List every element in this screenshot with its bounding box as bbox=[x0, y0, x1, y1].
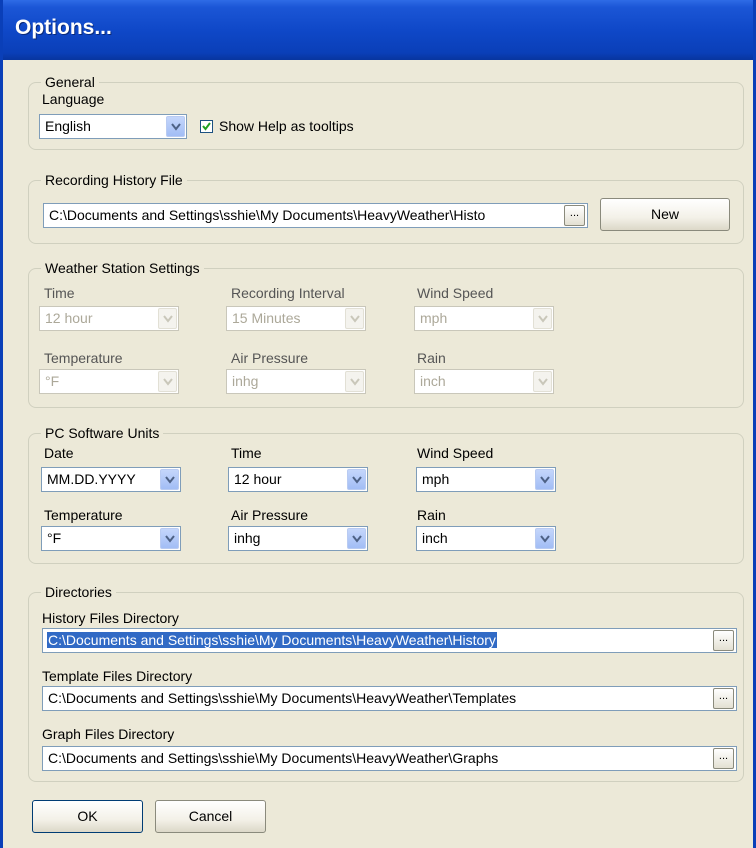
station-settings-title: Weather Station Settings bbox=[41, 259, 204, 277]
graph-dir-field[interactable]: C:\Documents and Settings\sshie\My Docum… bbox=[42, 746, 737, 771]
pc-rain-value: inch bbox=[422, 530, 448, 546]
history-dir-label: History Files Directory bbox=[42, 610, 179, 626]
checkmark-icon bbox=[202, 122, 211, 131]
pc-wind-label: Wind Speed bbox=[417, 445, 494, 461]
recording-history-path[interactable]: C:\Documents and Settings\sshie\My Docum… bbox=[43, 203, 588, 228]
template-dir-browse-button[interactable]: ... bbox=[713, 688, 734, 709]
pc-pressure-value: inhg bbox=[234, 530, 261, 546]
graph-dir-value: C:\Documents and Settings\sshie\My Docum… bbox=[48, 750, 499, 766]
history-dir-field[interactable]: C:\Documents and Settings\sshie\My Docum… bbox=[42, 628, 737, 653]
template-dir-label: Template Files Directory bbox=[42, 668, 193, 684]
station-rain-label: Rain bbox=[417, 350, 446, 366]
new-button[interactable]: New bbox=[600, 198, 730, 231]
chevron-down-icon bbox=[345, 308, 364, 329]
graph-dir-label: Graph Files Directory bbox=[42, 726, 175, 742]
graph-dir-browse-button[interactable]: ... bbox=[713, 748, 734, 769]
station-wind-label: Wind Speed bbox=[417, 285, 494, 301]
tooltips-label[interactable]: Show Help as tooltips bbox=[219, 117, 354, 135]
pc-units-title: PC Software Units bbox=[41, 424, 164, 442]
pc-time-select[interactable]: 12 hour bbox=[228, 467, 368, 492]
ok-button[interactable]: OK bbox=[32, 800, 143, 833]
pc-pressure-label: Air Pressure bbox=[231, 507, 309, 523]
station-interval-label: Recording Interval bbox=[231, 285, 345, 301]
station-time-label: Time bbox=[44, 285, 75, 301]
chevron-down-icon bbox=[158, 371, 177, 392]
pc-pressure-select[interactable]: inhg bbox=[228, 526, 368, 551]
chevron-down-icon bbox=[533, 308, 552, 329]
station-rain-select: inch bbox=[414, 369, 554, 394]
station-time-value: 12 hour bbox=[45, 310, 93, 326]
window-title: Options... bbox=[15, 16, 112, 39]
pc-time-value: 12 hour bbox=[234, 471, 282, 487]
pc-rain-select[interactable]: inch bbox=[416, 526, 556, 551]
directories-title: Directories bbox=[41, 583, 116, 601]
pc-rain-label: Rain bbox=[417, 507, 446, 523]
history-dir-browse-button[interactable]: ... bbox=[713, 630, 734, 651]
general-group-title: General bbox=[41, 73, 99, 91]
recording-history-browse-button[interactable]: ... bbox=[564, 205, 585, 226]
station-pressure-label: Air Pressure bbox=[231, 350, 309, 366]
station-wind-value: mph bbox=[420, 310, 448, 326]
language-value: English bbox=[45, 118, 91, 134]
pc-temp-select[interactable]: °F bbox=[41, 526, 181, 551]
station-rain-value: inch bbox=[420, 373, 446, 389]
history-dir-value: C:\Documents and Settings\sshie\My Docum… bbox=[47, 632, 497, 648]
chevron-down-icon[interactable] bbox=[166, 116, 185, 137]
recording-history-path-value: C:\Documents and Settings\sshie\My Docum… bbox=[49, 207, 486, 223]
language-label: Language bbox=[42, 91, 105, 107]
chevron-down-icon bbox=[533, 371, 552, 392]
cancel-button[interactable]: Cancel bbox=[155, 800, 266, 833]
template-dir-field[interactable]: C:\Documents and Settings\sshie\My Docum… bbox=[42, 686, 737, 711]
options-dialog: Options... General Language English Show… bbox=[0, 0, 756, 848]
station-temp-value: °F bbox=[45, 373, 60, 389]
tooltips-checkbox[interactable] bbox=[200, 120, 213, 133]
station-interval-select: 15 Minutes bbox=[226, 306, 366, 331]
recording-history-title: Recording History File bbox=[41, 171, 187, 189]
station-temp-label: Temperature bbox=[44, 350, 123, 366]
template-dir-value: C:\Documents and Settings\sshie\My Docum… bbox=[48, 690, 517, 706]
pc-date-select[interactable]: MM.DD.YYYY bbox=[41, 467, 181, 492]
language-select[interactable]: English bbox=[39, 114, 187, 139]
chevron-down-icon bbox=[158, 308, 177, 329]
station-interval-value: 15 Minutes bbox=[232, 310, 301, 326]
pc-time-label: Time bbox=[231, 445, 262, 461]
station-pressure-value: inhg bbox=[232, 373, 259, 389]
chevron-down-icon[interactable] bbox=[347, 528, 366, 549]
station-time-select: 12 hour bbox=[39, 306, 179, 331]
station-wind-select: mph bbox=[414, 306, 554, 331]
chevron-down-icon bbox=[345, 371, 364, 392]
pc-wind-value: mph bbox=[422, 471, 450, 487]
chevron-down-icon[interactable] bbox=[347, 469, 366, 490]
chevron-down-icon[interactable] bbox=[160, 469, 179, 490]
pc-temp-label: Temperature bbox=[44, 507, 123, 523]
pc-date-value: MM.DD.YYYY bbox=[47, 471, 136, 487]
station-temp-select: °F bbox=[39, 369, 179, 394]
chevron-down-icon[interactable] bbox=[160, 528, 179, 549]
pc-date-label: Date bbox=[44, 445, 74, 461]
pc-temp-value: °F bbox=[47, 530, 62, 546]
chevron-down-icon[interactable] bbox=[535, 469, 554, 490]
station-pressure-select: inhg bbox=[226, 369, 366, 394]
chevron-down-icon[interactable] bbox=[535, 528, 554, 549]
title-bar[interactable]: Options... bbox=[3, 0, 753, 60]
pc-wind-select[interactable]: mph bbox=[416, 467, 556, 492]
